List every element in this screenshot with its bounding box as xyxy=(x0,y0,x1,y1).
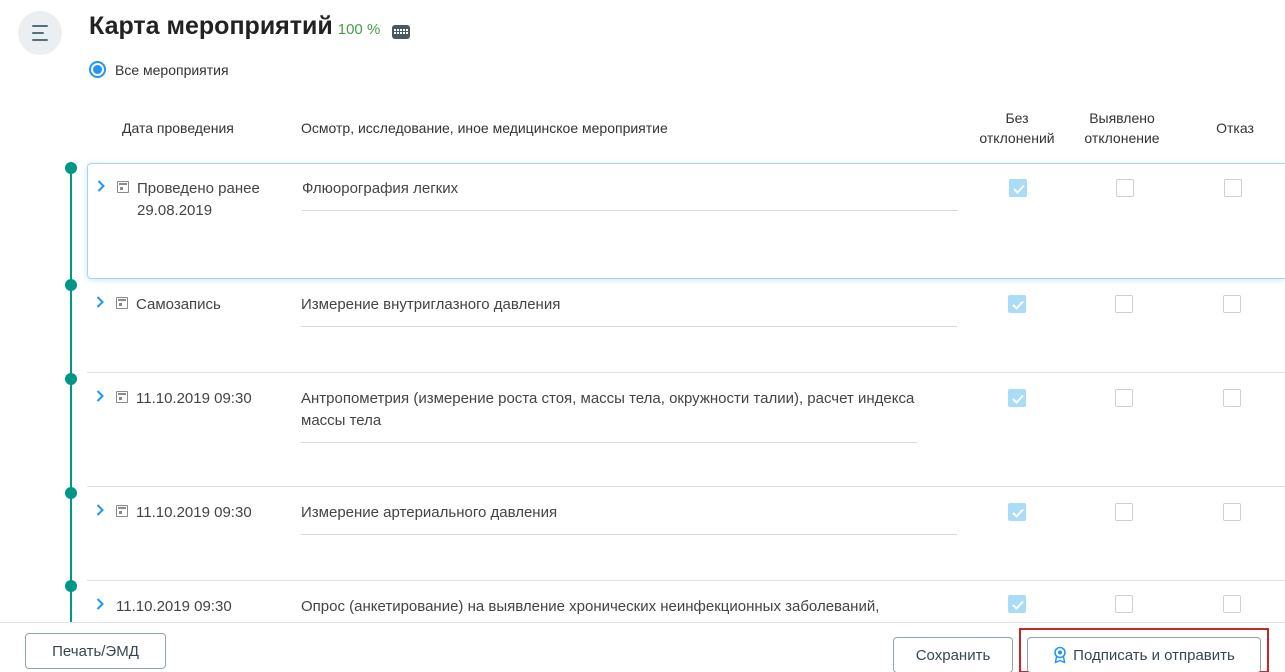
row-date: 11.10.2019 09:30 xyxy=(116,596,232,618)
table-row[interactable]: 11.10.2019 09:30 Антропометрия (измерени… xyxy=(87,374,1285,487)
chevron-right-icon[interactable] xyxy=(96,296,104,308)
chevron-right-icon[interactable] xyxy=(96,390,104,402)
event-map-page: Карта мероприятий 100 % Все мероприятия … xyxy=(0,0,1285,672)
refusal-checkbox[interactable] xyxy=(1223,595,1241,613)
row-event: Флюорография легких xyxy=(302,178,958,211)
no-deviation-checkbox[interactable] xyxy=(1008,503,1026,521)
timeline-dot xyxy=(65,373,77,385)
footer-bar: Печать/ЭМД Сохранить Подписать и отправи… xyxy=(0,622,1285,672)
deviation-checkbox[interactable] xyxy=(1115,389,1133,407)
page-header: Карта мероприятий 100 % xyxy=(89,12,411,42)
filter-all-events-label: Все мероприятия xyxy=(115,61,229,78)
chevron-right-icon[interactable] xyxy=(96,504,104,516)
completion-percent: 100 % xyxy=(337,21,381,38)
timeline-dot xyxy=(65,162,77,174)
row-event: Измерение артериального давления xyxy=(301,502,957,535)
row-date-line1: Проведено ранее xyxy=(137,180,260,197)
row-event-text: Измерение внутриглазного давления xyxy=(301,296,561,313)
row-date: 11.10.2019 09:30 xyxy=(136,388,252,410)
no-deviation-checkbox[interactable] xyxy=(1008,295,1026,313)
menu-icon[interactable] xyxy=(18,11,62,55)
timeline-dot xyxy=(65,580,77,592)
table-row[interactable]: 11.10.2019 09:30 Опрос (анкетирование) н… xyxy=(87,582,1285,622)
refusal-checkbox[interactable] xyxy=(1223,503,1241,521)
column-header-event: Осмотр, исследование, иное медицинское м… xyxy=(301,120,668,136)
no-deviation-checkbox[interactable] xyxy=(1009,179,1027,197)
chevron-right-icon[interactable] xyxy=(96,598,104,610)
sign-button-highlight: Подписать и отправить xyxy=(1019,628,1269,672)
medal-icon xyxy=(1053,646,1067,664)
no-deviation-checkbox[interactable] xyxy=(1008,595,1026,613)
row-event-text: Антропометрия (измерение роста стоя, мас… xyxy=(301,390,915,429)
deviation-checkbox[interactable] xyxy=(1115,503,1133,521)
table-row[interactable]: Самозапись Измерение внутриглазного давл… xyxy=(87,280,1285,373)
deviation-checkbox[interactable] xyxy=(1115,595,1133,613)
row-date: 11.10.2019 09:30 xyxy=(136,502,252,524)
table-row[interactable]: Проведено ранее 29.08.2019 Флюорография … xyxy=(87,163,1285,279)
radio-selected-icon[interactable] xyxy=(89,61,106,78)
row-date-line1: 11.10.2019 09:30 xyxy=(136,504,252,521)
sign-and-send-label: Подписать и отправить xyxy=(1073,646,1235,664)
chevron-right-icon[interactable] xyxy=(97,180,105,192)
keyboard-icon[interactable] xyxy=(392,24,411,39)
refusal-checkbox[interactable] xyxy=(1223,295,1241,313)
deviation-checkbox[interactable] xyxy=(1116,179,1134,197)
refusal-checkbox[interactable] xyxy=(1224,179,1242,197)
column-header-refusal: Отказ xyxy=(1216,120,1254,136)
calendar-icon xyxy=(116,391,128,403)
print-emd-button[interactable]: Печать/ЭМД xyxy=(25,633,166,669)
column-header-deviation: Выявлено отклонение xyxy=(1084,110,1160,146)
row-date-line1: Самозапись xyxy=(136,296,221,313)
calendar-icon xyxy=(117,181,129,193)
column-header-date: Дата проведения xyxy=(122,120,234,136)
row-date: Проведено ранее 29.08.2019 xyxy=(137,178,260,222)
row-event: Антропометрия (измерение роста стоя, мас… xyxy=(301,388,957,443)
refusal-checkbox[interactable] xyxy=(1223,389,1241,407)
filter-all-events[interactable]: Все мероприятия xyxy=(89,61,229,78)
row-event-text: Флюорография легких xyxy=(302,180,459,197)
timeline-line xyxy=(70,168,72,626)
sign-and-send-button[interactable]: Подписать и отправить xyxy=(1027,637,1261,672)
calendar-icon xyxy=(116,505,128,517)
row-event-text: Опрос (анкетирование) на выявление хрони… xyxy=(301,598,880,615)
page-title: Карта мероприятий xyxy=(89,12,333,40)
calendar-icon xyxy=(116,297,128,309)
timeline-dot xyxy=(65,487,77,499)
row-event: Опрос (анкетирование) на выявление хрони… xyxy=(301,596,957,618)
timeline-dot xyxy=(65,279,77,291)
row-event-text: Измерение артериального давления xyxy=(301,504,558,521)
deviation-checkbox[interactable] xyxy=(1115,295,1133,313)
table-row[interactable]: 11.10.2019 09:30 Измерение артериального… xyxy=(87,488,1285,581)
row-date-line2: 29.08.2019 xyxy=(137,202,213,219)
row-date-line1: 11.10.2019 09:30 xyxy=(116,598,232,615)
column-header-no-deviation: Без отклонений xyxy=(979,110,1055,146)
row-date-line1: 11.10.2019 09:30 xyxy=(136,390,252,407)
no-deviation-checkbox[interactable] xyxy=(1008,389,1026,407)
save-button[interactable]: Сохранить xyxy=(893,637,1013,672)
row-event: Измерение внутриглазного давления xyxy=(301,294,957,327)
row-date: Самозапись xyxy=(136,294,221,316)
